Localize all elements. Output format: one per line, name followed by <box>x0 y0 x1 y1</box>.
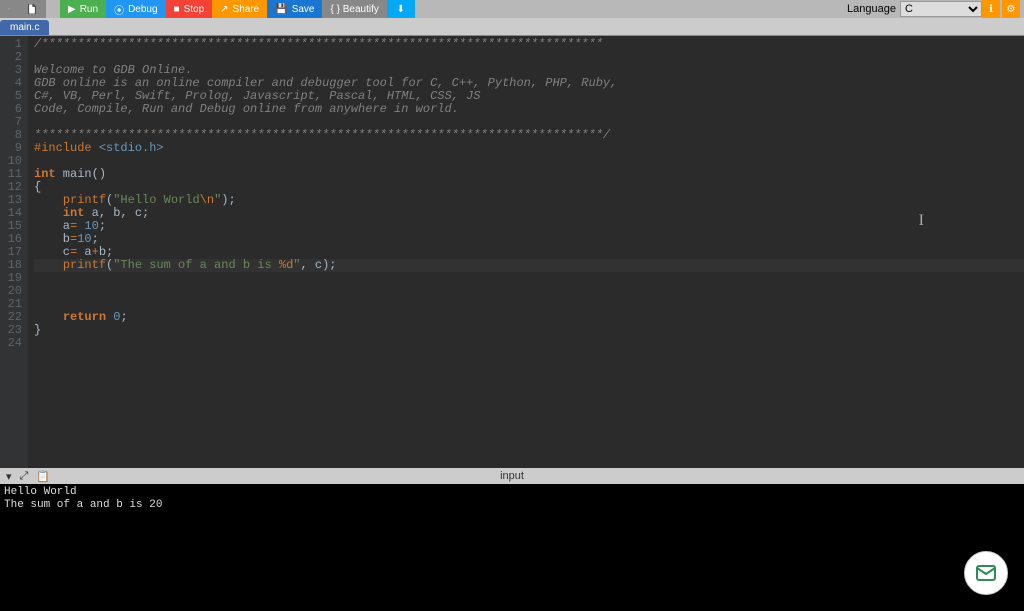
bottom-toolbar: ▾ ⤢ 📋 input <box>0 468 1024 484</box>
run-label: Run <box>80 4 98 15</box>
console-tab-input[interactable]: input <box>500 470 524 482</box>
code-line[interactable]: ****************************************… <box>34 129 1024 142</box>
text-cursor-icon: I <box>919 214 924 227</box>
code-line[interactable]: return 0; <box>34 311 1024 324</box>
download-icon: ⬇ <box>397 4 405 15</box>
share-label: Share <box>233 4 260 15</box>
info-button[interactable]: ℹ <box>982 0 1000 18</box>
share-icon: ↗ <box>220 4 228 15</box>
share-button[interactable]: ↗ Share <box>212 0 267 18</box>
settings-button[interactable]: ⚙ <box>1002 0 1020 18</box>
run-button[interactable]: ▶ Run <box>60 0 106 18</box>
debug-label: Debug <box>128 4 157 15</box>
debug-button[interactable]: ⦿ Debug <box>106 0 165 18</box>
toolbar-right: Language C ℹ ⚙ <box>847 0 1024 18</box>
toolbar-spacer <box>46 0 60 18</box>
code-line[interactable]: a= 10; <box>34 220 1024 233</box>
new-file-button[interactable] <box>18 0 46 18</box>
code-line[interactable]: b=10; <box>34 233 1024 246</box>
code-line[interactable] <box>34 272 1024 285</box>
stop-icon: ■ <box>174 4 180 15</box>
code-line[interactable]: int main() <box>34 168 1024 181</box>
expand-console-button[interactable]: ⤢ <box>20 470 29 483</box>
code-line[interactable] <box>34 155 1024 168</box>
code-line[interactable]: printf("Hello World\n"); <box>34 194 1024 207</box>
console-controls: ▾ ⤢ 📋 <box>0 470 56 483</box>
collapse-console-button[interactable]: ▾ <box>6 470 12 483</box>
file-tab-main[interactable]: main.c <box>0 20 49 35</box>
code-line[interactable] <box>34 285 1024 298</box>
code-line[interactable]: #include <stdio.h> <box>34 142 1024 155</box>
download-button[interactable]: ⬇ <box>387 0 415 18</box>
gear-icon: ⚙ <box>1007 4 1016 15</box>
tab-bar: main.c <box>0 18 1024 36</box>
code-editor[interactable]: 123456789101112131415161718192021222324 … <box>0 36 1024 468</box>
info-icon: ℹ <box>989 4 993 15</box>
debug-icon: ⦿ <box>114 2 124 17</box>
file-icon <box>27 4 37 14</box>
line-number-gutter: 123456789101112131415161718192021222324 <box>0 36 28 468</box>
save-icon: 💾 <box>275 4 287 15</box>
save-button[interactable]: 💾 Save <box>267 0 322 18</box>
copy-console-button[interactable]: 📋 <box>36 470 50 483</box>
main-toolbar: ▶ Run ⦿ Debug ■ Stop ↗ Share 💾 Save { } … <box>0 0 1024 18</box>
toolbar-left: ▶ Run ⦿ Debug ■ Stop ↗ Share 💾 Save { } … <box>0 0 415 18</box>
language-label: Language <box>847 3 896 15</box>
code-line[interactable] <box>34 337 1024 350</box>
play-icon: ▶ <box>68 4 76 15</box>
save-label: Save <box>292 4 315 15</box>
chevron-right-icon <box>8 4 10 14</box>
code-line[interactable]: Code, Compile, Run and Debug online from… <box>34 103 1024 116</box>
code-line[interactable]: } <box>34 324 1024 337</box>
output-console[interactable]: Hello World The sum of a and b is 20 <box>0 484 1024 611</box>
code-line[interactable]: /***************************************… <box>34 38 1024 51</box>
code-line[interactable]: int a, b, c; <box>34 207 1024 220</box>
line-number: 24 <box>4 337 22 350</box>
chat-support-button[interactable] <box>964 551 1008 595</box>
beautify-button[interactable]: { } Beautify <box>322 0 386 18</box>
toggle-sidebar-button[interactable] <box>0 0 18 18</box>
code-area[interactable]: /***************************************… <box>28 36 1024 468</box>
code-line[interactable] <box>34 298 1024 311</box>
language-select[interactable]: C <box>900 1 982 17</box>
beautify-label: { } Beautify <box>330 4 378 15</box>
stop-button[interactable]: ■ Stop <box>166 0 213 18</box>
stop-label: Stop <box>184 4 205 15</box>
code-line[interactable]: printf("The sum of a and b is %d", c); <box>34 259 1024 272</box>
mail-icon <box>974 561 998 585</box>
